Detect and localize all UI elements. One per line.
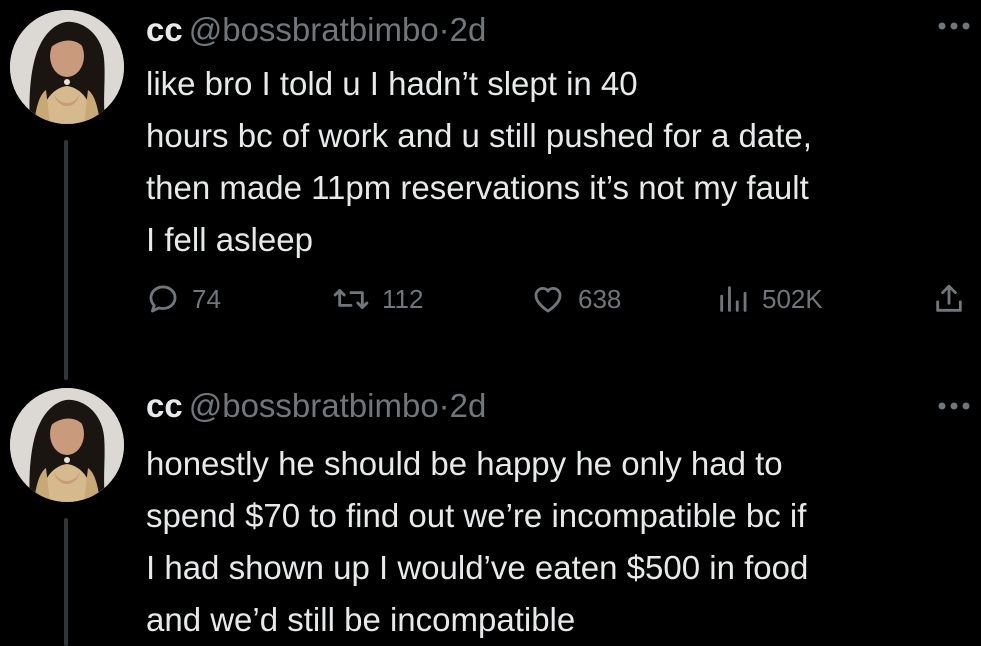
tweet-header: cc @bossbratbimbo·2d — [146, 386, 486, 426]
avatar[interactable] — [10, 10, 124, 124]
repost-count: 112 — [382, 283, 424, 314]
tweet-text: like bro I told u I hadn’t slept in 40 h… — [146, 65, 812, 258]
reply-icon — [149, 285, 177, 313]
thread-line — [64, 518, 68, 646]
views-button[interactable]: 502K — [716, 276, 823, 322]
separator: · — [438, 387, 450, 424]
reply-count: 74 — [192, 283, 221, 314]
handle[interactable]: @bossbratbimbo — [189, 387, 439, 424]
tweet-text: honestly he should be happy he only had … — [146, 445, 809, 638]
avatar[interactable] — [10, 388, 124, 502]
repost-button[interactable]: 112 — [332, 276, 423, 322]
like-count: 638 — [578, 283, 622, 314]
avatar-image — [10, 10, 124, 124]
reply-button[interactable]: 74 — [146, 276, 221, 322]
more-horizontal-icon[interactable] — [937, 388, 971, 418]
handle[interactable]: @bossbratbimbo — [189, 11, 439, 48]
avatar-image — [10, 388, 124, 502]
action-bar: 74 112 638 502K — [146, 276, 972, 322]
tweet-1[interactable]: cc @bossbratbimbo·2d like bro I told u I … — [0, 0, 981, 380]
timestamp[interactable]: 2d — [450, 11, 487, 48]
tweet-header: cc @bossbratbimbo·2d — [146, 10, 486, 50]
views-count: 502K — [762, 283, 823, 314]
share-icon — [936, 284, 962, 312]
tweet-2[interactable]: cc @bossbratbimbo·2d honestly he should b… — [0, 380, 981, 646]
timestamp[interactable]: 2d — [450, 387, 487, 424]
display-name[interactable]: cc — [146, 387, 183, 424]
share-button[interactable] — [932, 276, 966, 322]
heart-icon — [534, 286, 562, 313]
repost-icon — [333, 289, 369, 309]
more-horizontal-icon[interactable] — [937, 8, 971, 38]
thread-line — [64, 140, 68, 380]
display-name[interactable]: cc — [146, 11, 183, 48]
separator: · — [438, 11, 450, 48]
analytics-icon — [720, 286, 747, 312]
like-button[interactable]: 638 — [530, 276, 621, 322]
